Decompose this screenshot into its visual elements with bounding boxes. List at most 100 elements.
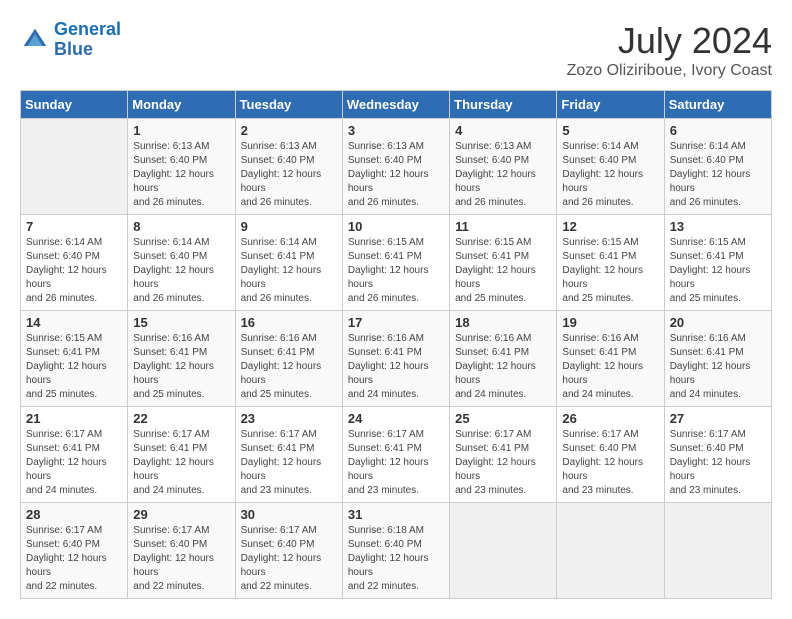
day-info: Sunrise: 6:18 AMSunset: 6:40 PMDaylight:…	[348, 524, 444, 594]
day-info: Sunrise: 6:13 AMSunset: 6:40 PMDaylight:…	[455, 140, 551, 210]
day-info: Sunrise: 6:14 AMSunset: 6:40 PMDaylight:…	[26, 236, 122, 306]
day-info: Sunrise: 6:16 AMSunset: 6:41 PMDaylight:…	[348, 332, 444, 402]
day-number: 18	[455, 315, 551, 330]
calendar-cell: 25 Sunrise: 6:17 AMSunset: 6:41 PMDayligh…	[450, 407, 557, 503]
day-number: 9	[241, 219, 337, 234]
day-number: 20	[670, 315, 766, 330]
calendar-week-3: 14 Sunrise: 6:15 AMSunset: 6:41 PMDayligh…	[21, 311, 772, 407]
column-header-friday: Friday	[557, 91, 664, 119]
day-info: Sunrise: 6:17 AMSunset: 6:41 PMDaylight:…	[455, 428, 551, 498]
day-number: 4	[455, 123, 551, 138]
calendar-cell: 12 Sunrise: 6:15 AMSunset: 6:41 PMDayligh…	[557, 215, 664, 311]
calendar-cell: 27 Sunrise: 6:17 AMSunset: 6:40 PMDayligh…	[664, 407, 771, 503]
day-number: 2	[241, 123, 337, 138]
day-info: Sunrise: 6:17 AMSunset: 6:40 PMDaylight:…	[133, 524, 229, 594]
calendar-cell: 24 Sunrise: 6:17 AMSunset: 6:41 PMDayligh…	[342, 407, 449, 503]
calendar-table: SundayMondayTuesdayWednesdayThursdayFrid…	[20, 90, 772, 599]
calendar-cell	[664, 503, 771, 599]
calendar-week-4: 21 Sunrise: 6:17 AMSunset: 6:41 PMDayligh…	[21, 407, 772, 503]
day-number: 10	[348, 219, 444, 234]
day-info: Sunrise: 6:15 AMSunset: 6:41 PMDaylight:…	[348, 236, 444, 306]
logo-line1: General	[54, 19, 121, 39]
column-header-saturday: Saturday	[664, 91, 771, 119]
calendar-cell: 2Sunrise: 6:13 AMSunset: 6:40 PMDaylight…	[235, 119, 342, 215]
calendar-cell: 26 Sunrise: 6:17 AMSunset: 6:40 PMDayligh…	[557, 407, 664, 503]
day-info: Sunrise: 6:14 AMSunset: 6:40 PMDaylight:…	[562, 140, 658, 210]
day-number: 25	[455, 411, 551, 426]
calendar-cell: 4 Sunrise: 6:13 AMSunset: 6:40 PMDaylight…	[450, 119, 557, 215]
day-number: 14	[26, 315, 122, 330]
day-number: 12	[562, 219, 658, 234]
day-info: Sunrise: 6:15 AMSunset: 6:41 PMDaylight:…	[562, 236, 658, 306]
calendar-cell: 15 Sunrise: 6:16 AMSunset: 6:41 PMDayligh…	[128, 311, 235, 407]
calendar-cell: 5Sunrise: 6:14 AMSunset: 6:40 PMDaylight…	[557, 119, 664, 215]
calendar-cell: 14 Sunrise: 6:15 AMSunset: 6:41 PMDayligh…	[21, 311, 128, 407]
day-number: 6	[670, 123, 766, 138]
day-info: Sunrise: 6:16 AMSunset: 6:41 PMDaylight:…	[562, 332, 658, 402]
calendar-cell: 18 Sunrise: 6:16 AMSunset: 6:41 PMDayligh…	[450, 311, 557, 407]
page-header: General Blue July 2024 Zozo Oliziriboue,…	[20, 20, 772, 80]
calendar-cell: 9 Sunrise: 6:14 AMSunset: 6:41 PMDaylight…	[235, 215, 342, 311]
day-number: 21	[26, 411, 122, 426]
calendar-cell: 7 Sunrise: 6:14 AMSunset: 6:40 PMDaylight…	[21, 215, 128, 311]
calendar-week-5: 28 Sunrise: 6:17 AMSunset: 6:40 PMDayligh…	[21, 503, 772, 599]
calendar-week-2: 7 Sunrise: 6:14 AMSunset: 6:40 PMDaylight…	[21, 215, 772, 311]
day-info: Sunrise: 6:17 AMSunset: 6:40 PMDaylight:…	[670, 428, 766, 498]
day-number: 27	[670, 411, 766, 426]
day-info: Sunrise: 6:17 AMSunset: 6:41 PMDaylight:…	[26, 428, 122, 498]
day-info: Sunrise: 6:16 AMSunset: 6:41 PMDaylight:…	[241, 332, 337, 402]
day-info: Sunrise: 6:15 AMSunset: 6:41 PMDaylight:…	[26, 332, 122, 402]
calendar-cell: 6 Sunrise: 6:14 AMSunset: 6:40 PMDaylight…	[664, 119, 771, 215]
calendar-cell: 31Sunrise: 6:18 AMSunset: 6:40 PMDayligh…	[342, 503, 449, 599]
calendar-cell: 22Sunrise: 6:17 AMSunset: 6:41 PMDayligh…	[128, 407, 235, 503]
month-year: July 2024	[567, 20, 772, 62]
day-number: 24	[348, 411, 444, 426]
day-number: 11	[455, 219, 551, 234]
day-info: Sunrise: 6:17 AMSunset: 6:41 PMDaylight:…	[241, 428, 337, 498]
day-number: 22	[133, 411, 229, 426]
day-info: Sunrise: 6:16 AMSunset: 6:41 PMDaylight:…	[133, 332, 229, 402]
calendar-cell: 16 Sunrise: 6:16 AMSunset: 6:41 PMDayligh…	[235, 311, 342, 407]
day-number: 15	[133, 315, 229, 330]
calendar-cell: 13Sunrise: 6:15 AMSunset: 6:41 PMDayligh…	[664, 215, 771, 311]
column-header-wednesday: Wednesday	[342, 91, 449, 119]
day-number: 26	[562, 411, 658, 426]
day-number: 8	[133, 219, 229, 234]
day-number: 16	[241, 315, 337, 330]
logo-text: General Blue	[54, 20, 121, 60]
calendar-cell: 3Sunrise: 6:13 AMSunset: 6:40 PMDaylight…	[342, 119, 449, 215]
day-number: 7	[26, 219, 122, 234]
calendar-cell: 20 Sunrise: 6:16 AMSunset: 6:41 PMDayligh…	[664, 311, 771, 407]
calendar-week-1: 1 Sunrise: 6:13 AMSunset: 6:40 PMDaylight…	[21, 119, 772, 215]
day-info: Sunrise: 6:16 AMSunset: 6:41 PMDaylight:…	[670, 332, 766, 402]
calendar-cell: 17 Sunrise: 6:16 AMSunset: 6:41 PMDayligh…	[342, 311, 449, 407]
location: Zozo Oliziriboue, Ivory Coast	[567, 62, 772, 80]
calendar-cell: 30 Sunrise: 6:17 AMSunset: 6:40 PMDayligh…	[235, 503, 342, 599]
calendar-cell	[557, 503, 664, 599]
day-info: Sunrise: 6:14 AMSunset: 6:40 PMDaylight:…	[133, 236, 229, 306]
day-info: Sunrise: 6:14 AMSunset: 6:40 PMDaylight:…	[670, 140, 766, 210]
day-number: 28	[26, 507, 122, 522]
logo-line2: Blue	[54, 39, 93, 59]
day-info: Sunrise: 6:17 AMSunset: 6:41 PMDaylight:…	[348, 428, 444, 498]
day-info: Sunrise: 6:17 AMSunset: 6:40 PMDaylight:…	[26, 524, 122, 594]
day-info: Sunrise: 6:16 AMSunset: 6:41 PMDaylight:…	[455, 332, 551, 402]
day-info: Sunrise: 6:17 AMSunset: 6:40 PMDaylight:…	[562, 428, 658, 498]
calendar-header-row: SundayMondayTuesdayWednesdayThursdayFrid…	[21, 91, 772, 119]
calendar-cell: 28 Sunrise: 6:17 AMSunset: 6:40 PMDayligh…	[21, 503, 128, 599]
column-header-thursday: Thursday	[450, 91, 557, 119]
title-block: July 2024 Zozo Oliziriboue, Ivory Coast	[567, 20, 772, 80]
day-number: 17	[348, 315, 444, 330]
day-info: Sunrise: 6:15 AMSunset: 6:41 PMDaylight:…	[670, 236, 766, 306]
day-info: Sunrise: 6:14 AMSunset: 6:41 PMDaylight:…	[241, 236, 337, 306]
day-number: 23	[241, 411, 337, 426]
day-number: 30	[241, 507, 337, 522]
day-number: 19	[562, 315, 658, 330]
column-header-monday: Monday	[128, 91, 235, 119]
day-number: 1	[133, 123, 229, 138]
day-info: Sunrise: 6:17 AMSunset: 6:40 PMDaylight:…	[241, 524, 337, 594]
calendar-cell: 23 Sunrise: 6:17 AMSunset: 6:41 PMDayligh…	[235, 407, 342, 503]
logo: General Blue	[20, 20, 121, 60]
calendar-cell: 10 Sunrise: 6:15 AMSunset: 6:41 PMDayligh…	[342, 215, 449, 311]
calendar-cell: 19 Sunrise: 6:16 AMSunset: 6:41 PMDayligh…	[557, 311, 664, 407]
